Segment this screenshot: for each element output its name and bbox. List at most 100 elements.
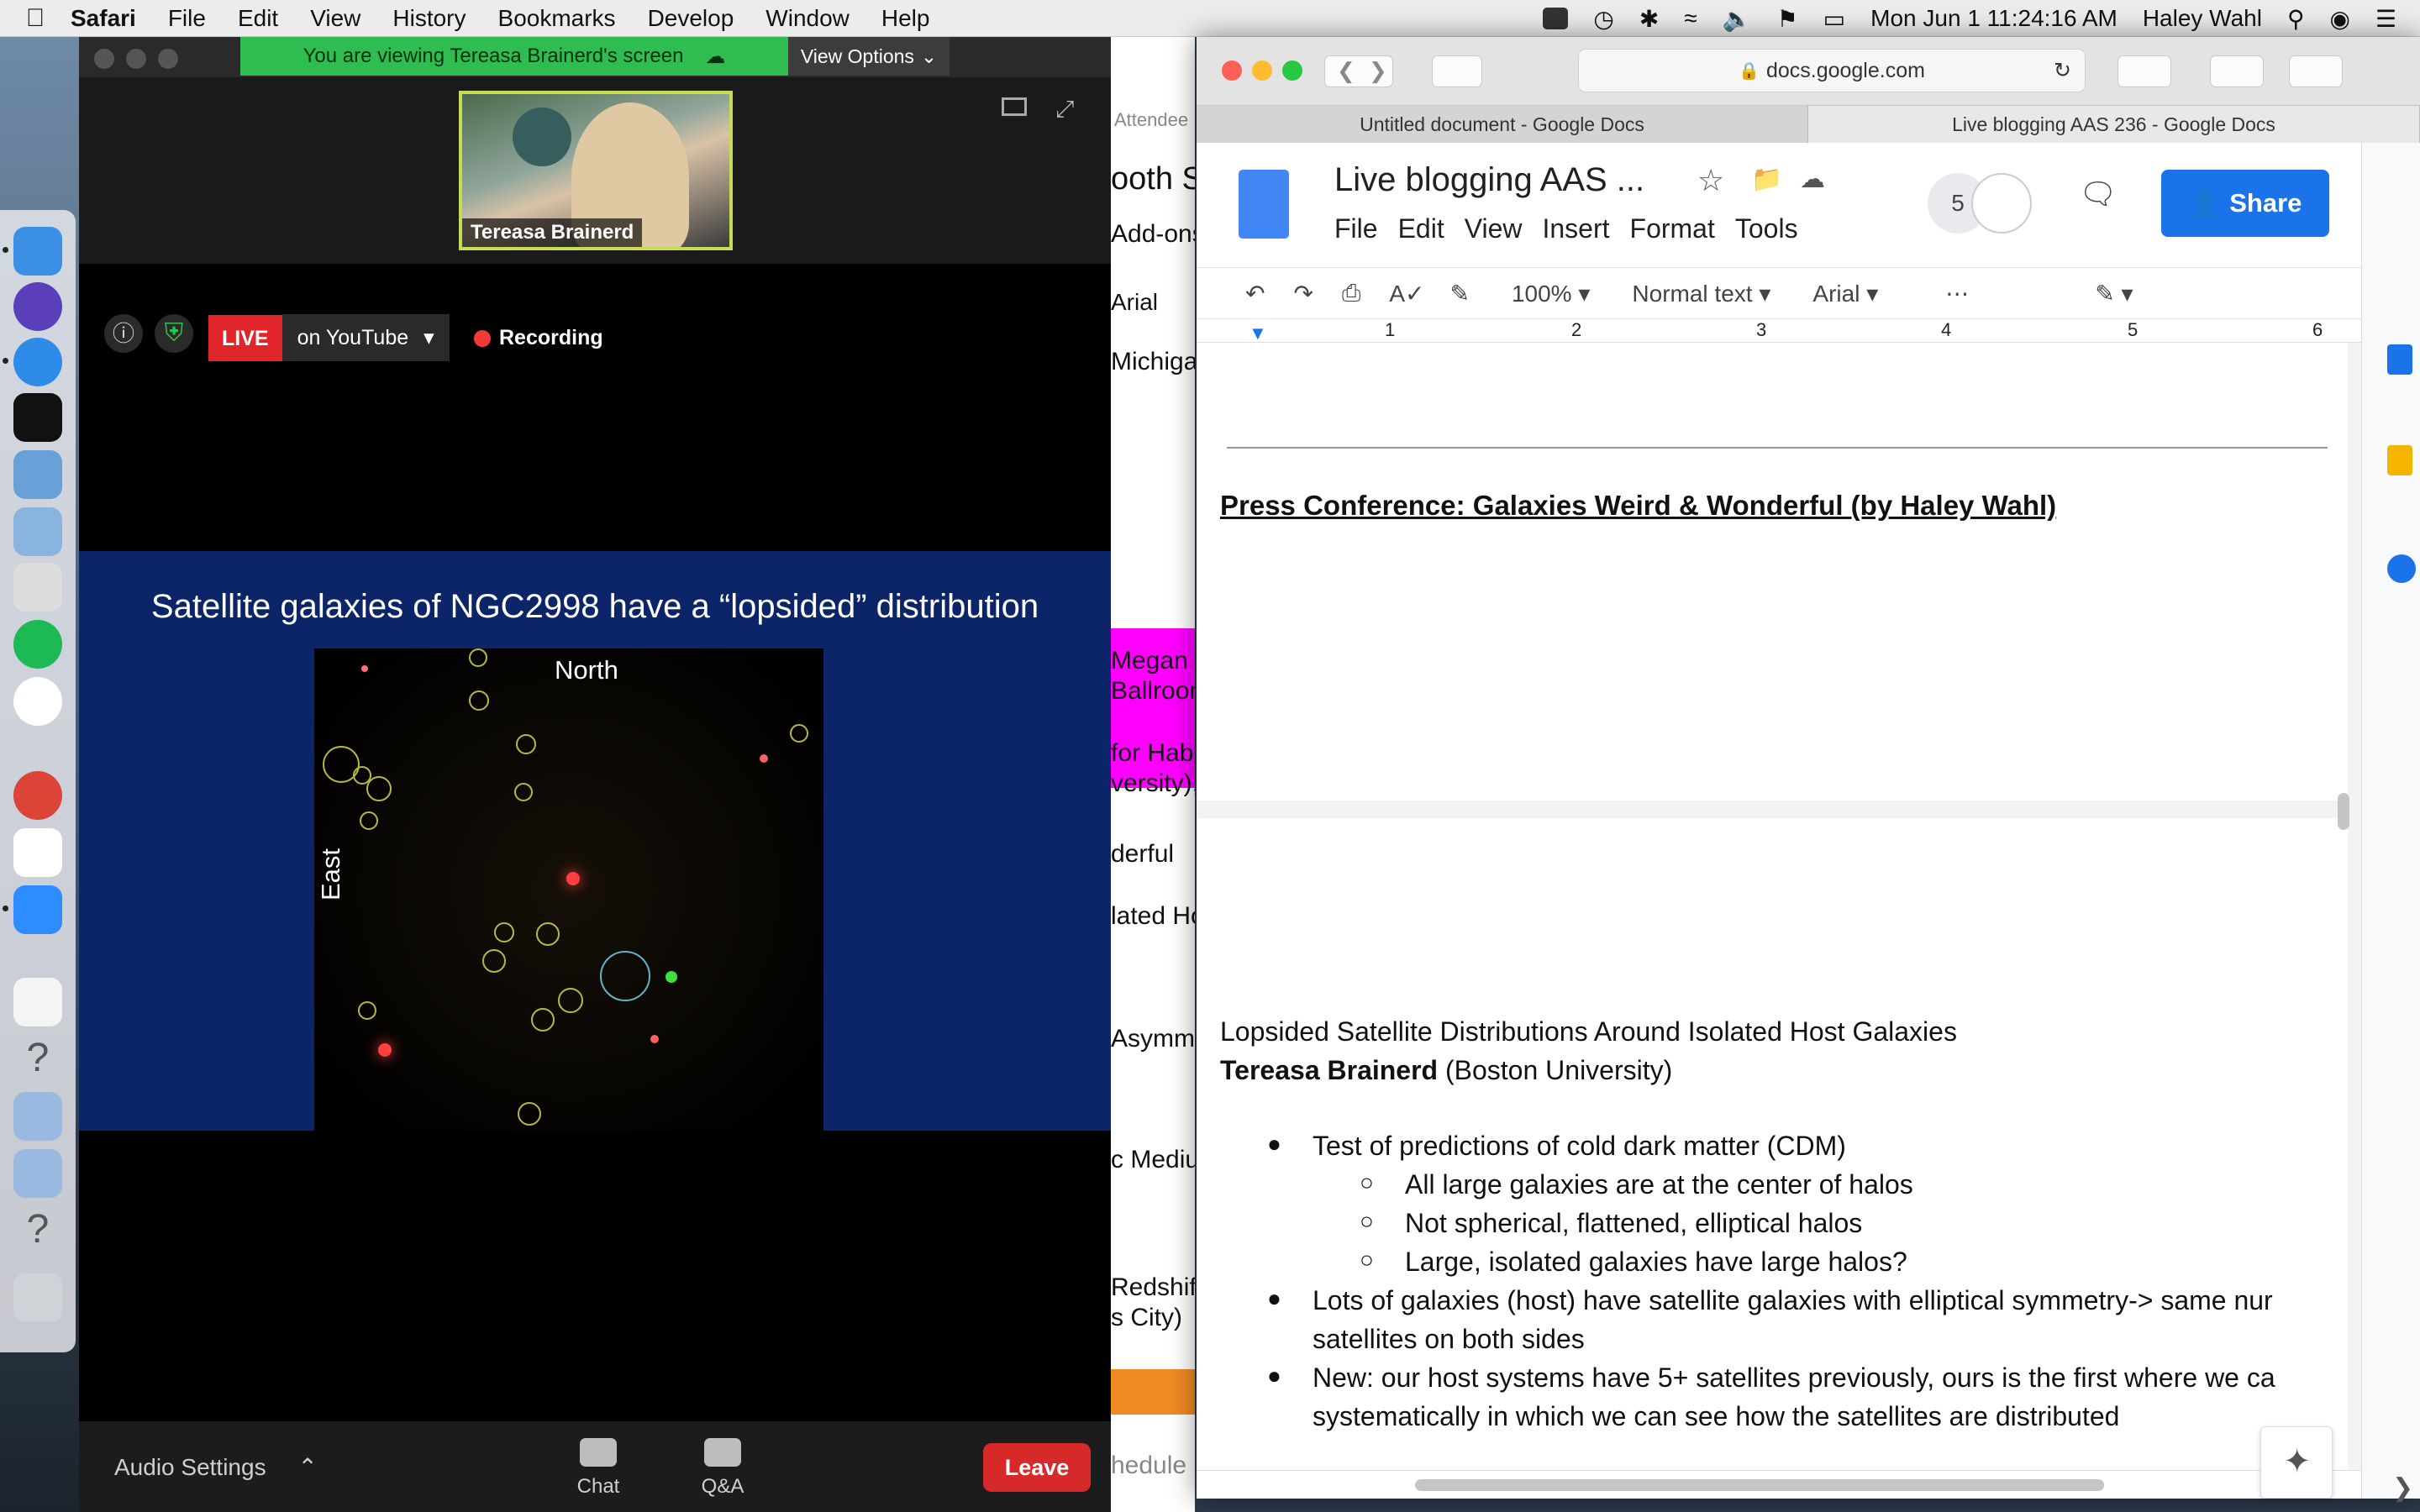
print-icon[interactable]: ⎙ xyxy=(1342,280,1360,307)
bullet-item-continued[interactable]: systematically in which we can see how t… xyxy=(1313,1401,2119,1432)
apple-menu-icon[interactable]:  xyxy=(0,4,71,33)
menu-file[interactable]: File xyxy=(168,5,206,32)
chat-button[interactable]: Chat xyxy=(565,1438,632,1499)
sidebar-toggle-icon[interactable] xyxy=(1432,55,1482,87)
meeting-info-icon[interactable]: ⓘ xyxy=(104,314,143,353)
reload-icon[interactable]: ↻ xyxy=(2054,58,2071,83)
style-select[interactable]: Normal text ▾ xyxy=(1632,280,1770,307)
more-options-icon[interactable]: ⋯ xyxy=(1945,280,1969,307)
sub-bullet-item[interactable]: Not spherical, flattened, elliptical hal… xyxy=(1405,1208,1862,1239)
speaker-line[interactable]: Tereasa Brainerd (Boston University) xyxy=(1220,1055,1672,1086)
live-target-dropdown[interactable]: on YouTube ▾ xyxy=(281,314,450,361)
sub-bullet-item[interactable]: All large galaxies are at the center of … xyxy=(1405,1169,1913,1200)
audio-settings-button[interactable]: Audio Settings ⌃ xyxy=(114,1453,318,1481)
menu-history[interactable]: History xyxy=(392,5,466,32)
view-options-button[interactable]: View Options ⌄ xyxy=(788,37,950,76)
terminal-icon[interactable] xyxy=(13,393,62,442)
docs-menu-file[interactable]: File xyxy=(1334,213,1378,244)
menu-window[interactable]: Window xyxy=(765,5,850,32)
move-folder-icon[interactable]: 📁 xyxy=(1751,165,1782,194)
tab-overview-icon[interactable] xyxy=(2289,55,2343,87)
back-icon[interactable]: ❮ xyxy=(1337,58,1355,84)
expand-panel-icon[interactable]: ❯ xyxy=(2392,1473,2413,1503)
bullet-item-continued[interactable]: satellites on both sides xyxy=(1313,1324,1585,1355)
document-stack-icon[interactable] xyxy=(13,1092,62,1141)
downloads-stack-icon[interactable] xyxy=(13,1149,62,1198)
trash-icon[interactable] xyxy=(13,1273,62,1322)
unknown-stack-icon[interactable]: ? xyxy=(13,1206,62,1255)
talk-title[interactable]: Lopsided Satellite Distributions Around … xyxy=(1220,1016,1957,1047)
tab-live-blogging[interactable]: Live blogging AAS 236 - Google Docs xyxy=(1808,106,2420,143)
sub-bullet-item[interactable]: Large, isolated galaxies have large halo… xyxy=(1405,1247,1907,1278)
zoom-app-icon[interactable] xyxy=(13,885,62,934)
wifi-icon[interactable]: ≈ xyxy=(1684,5,1697,32)
minimize-icon[interactable] xyxy=(1252,60,1272,81)
document-page[interactable]: Press Conference: Galaxies Weird & Wonde… xyxy=(1197,343,2348,801)
menu-develop[interactable]: Develop xyxy=(648,5,734,32)
calendar-file-icon[interactable] xyxy=(13,978,62,1026)
texshop-icon[interactable] xyxy=(13,563,62,612)
zoom-select[interactable]: 100% ▾ xyxy=(1512,280,1590,307)
minimize-icon[interactable] xyxy=(126,49,146,69)
speaker-video-thumbnail[interactable]: Tereasa Brainerd xyxy=(459,91,733,250)
gallery-layout-icon[interactable] xyxy=(1002,97,1027,116)
zoom-window-icon[interactable] xyxy=(1282,60,1302,81)
close-icon[interactable] xyxy=(94,49,114,69)
menu-edit[interactable]: Edit xyxy=(238,5,278,32)
spellcheck-icon[interactable]: A✓ xyxy=(1389,280,1424,307)
comments-icon[interactable]: 🗨 xyxy=(2079,176,2118,212)
downloads-icon[interactable] xyxy=(2118,55,2171,87)
battery-icon[interactable]: ▭ xyxy=(1823,5,1845,33)
spotlight-search-icon[interactable]: ⚲ xyxy=(2287,5,2305,33)
unknown-app-icon[interactable]: ? xyxy=(13,1035,62,1084)
menubar-clock[interactable]: Mon Jun 1 11:24:16 AM xyxy=(1870,5,2118,32)
redo-icon[interactable]: ↷ xyxy=(1293,280,1313,307)
document-title[interactable]: Live blogging AAS ... xyxy=(1334,161,1644,199)
flag-icon[interactable]: ⚑ xyxy=(1777,5,1798,33)
notification-center-icon[interactable]: ☰ xyxy=(2375,5,2396,33)
siri-dock-icon[interactable] xyxy=(13,282,62,331)
share-sheet-icon[interactable] xyxy=(2210,55,2264,87)
siri-icon[interactable]: ◉ xyxy=(2329,5,2349,33)
indent-marker-icon[interactable]: ▼ xyxy=(1249,323,1267,344)
bullet-item[interactable]: Test of predictions of cold dark matter … xyxy=(1313,1131,1846,1162)
vertical-scrollbar-thumb[interactable] xyxy=(2338,793,2349,830)
tab-untitled-document[interactable]: Untitled document - Google Docs xyxy=(1197,106,1808,143)
tasks-addon-icon[interactable] xyxy=(2387,554,2416,583)
menu-bookmarks[interactable]: Bookmarks xyxy=(498,5,616,32)
qa-button[interactable]: Q&A xyxy=(689,1438,756,1499)
bluetooth-icon[interactable]: ✱ xyxy=(1639,5,1659,33)
time-machine-icon[interactable]: ◷ xyxy=(1593,5,1613,33)
undo-icon[interactable]: ↶ xyxy=(1245,280,1265,307)
spotify-icon[interactable] xyxy=(13,620,62,669)
calendar-addon-icon[interactable] xyxy=(2387,344,2412,375)
menu-app-name[interactable]: Safari xyxy=(71,5,136,32)
slack-icon[interactable] xyxy=(13,677,62,726)
people-icon[interactable] xyxy=(1971,173,2032,234)
close-icon[interactable] xyxy=(1222,60,1242,81)
chrome-icon[interactable] xyxy=(13,771,62,820)
safari-icon[interactable] xyxy=(13,338,62,386)
zoom-tray-icon[interactable] xyxy=(1543,8,1569,29)
calendar-icon[interactable] xyxy=(13,828,62,877)
explore-button[interactable]: ✦ xyxy=(2260,1426,2333,1499)
bullet-item[interactable]: New: our host systems have 5+ satellites… xyxy=(1313,1362,2275,1394)
docs-menu-tools[interactable]: Tools xyxy=(1735,213,1798,244)
image-capture-icon[interactable] xyxy=(13,507,62,556)
forward-icon[interactable]: ❯ xyxy=(1369,58,1387,84)
docs-menu-edit[interactable]: Edit xyxy=(1398,213,1444,244)
press-conference-heading[interactable]: Press Conference: Galaxies Weird & Wonde… xyxy=(1220,490,2056,522)
enter-fullscreen-icon[interactable]: ⤢ xyxy=(1055,96,1074,123)
keep-addon-icon[interactable] xyxy=(2387,445,2412,475)
horizontal-scrollbar-thumb[interactable] xyxy=(1415,1479,2104,1491)
back-forward-buttons[interactable]: ❮ ❯ xyxy=(1324,55,1393,87)
star-icon[interactable]: ☆ xyxy=(1697,163,1724,198)
live-stream-indicator[interactable]: LIVE on YouTube ▾ xyxy=(208,314,450,361)
font-select[interactable]: Arial ▾ xyxy=(1812,280,1878,307)
cloud-status-icon[interactable]: ☁ xyxy=(1800,165,1825,194)
menubar-user[interactable]: Haley Wahl xyxy=(2143,5,2262,32)
docs-menu-view[interactable]: View xyxy=(1465,213,1523,244)
paint-format-icon[interactable]: ✎ xyxy=(1449,280,1469,307)
docs-menu-format[interactable]: Format xyxy=(1630,213,1715,244)
docs-menu-insert[interactable]: Insert xyxy=(1542,213,1609,244)
